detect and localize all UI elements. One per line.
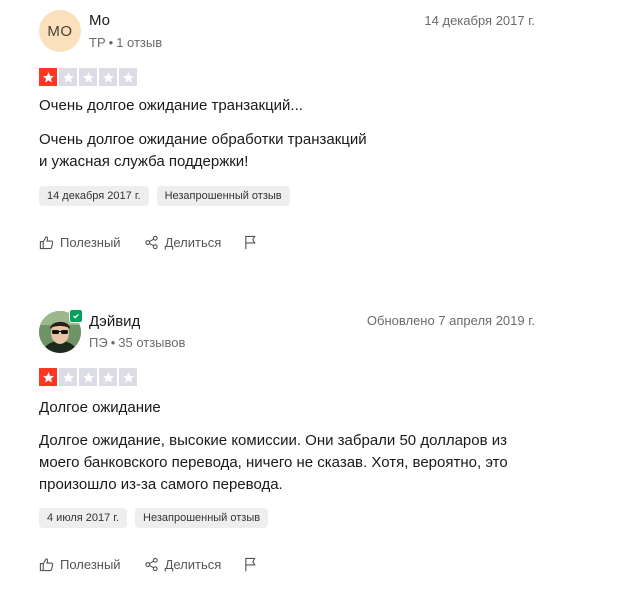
reviewer-meta: TP • 1 отзыв: [89, 35, 163, 50]
useful-button[interactable]: Полезный: [39, 557, 121, 572]
review-title[interactable]: Долгое ожидание: [39, 399, 161, 416]
review-actions: Полезный Делиться: [39, 235, 258, 250]
reviewer-meta: ПЭ • 35 отзывов: [89, 335, 186, 350]
verified-badge-icon: [69, 309, 83, 323]
star-rating: [39, 368, 137, 386]
avatar[interactable]: MO: [39, 10, 81, 52]
review-body: Очень долгое ожидание обработки транзакц…: [39, 129, 559, 173]
star-icon: [99, 368, 117, 386]
reviewer-country: ПЭ: [89, 335, 108, 350]
star-rating: [39, 68, 137, 86]
star-icon: [119, 368, 137, 386]
share-icon: [144, 557, 158, 572]
thumbs-up-icon: [39, 558, 54, 572]
reviewer-review-count: 1 отзыв: [116, 35, 163, 50]
review-actions: Полезный Делиться: [39, 557, 258, 572]
useful-label: Полезный: [60, 557, 121, 572]
review-tags: 14 декабря 2017 г. Незапрошенный отзыв: [39, 186, 290, 206]
reviewer-name[interactable]: Мо: [89, 12, 110, 29]
experience-date-tag: 4 июля 2017 г.: [39, 508, 128, 528]
share-icon: [144, 235, 158, 250]
unprompted-review-tag[interactable]: Незапрошенный отзыв: [135, 508, 269, 528]
review-date: 14 декабря 2017 г.: [424, 13, 535, 28]
review-body-line: произошло из-за самого перевода.: [39, 476, 283, 493]
flag-button[interactable]: [243, 235, 258, 250]
star-icon: [119, 68, 137, 86]
review-body-line: моего банковского перевода, ничего не ск…: [39, 454, 508, 471]
unprompted-review-tag[interactable]: Незапрошенный отзыв: [156, 186, 290, 206]
flag-icon: [245, 235, 256, 250]
review-body-line: Очень долгое ожидание обработки транзакц…: [39, 131, 367, 148]
reviewer-name[interactable]: Дэйвид: [89, 313, 140, 330]
share-label: Делиться: [164, 557, 222, 572]
review-body: Долгое ожидание, высокие комиссии. Они з…: [39, 430, 559, 496]
star-icon: [79, 368, 97, 386]
useful-button[interactable]: Полезный: [39, 235, 121, 250]
experience-date-tag: 14 декабря 2017 г.: [39, 186, 149, 206]
thumbs-up-icon: [39, 236, 54, 250]
avatar[interactable]: [39, 309, 83, 353]
star-icon: [39, 368, 57, 386]
star-icon: [59, 68, 77, 86]
star-icon: [99, 68, 117, 86]
flag-button[interactable]: [243, 557, 258, 572]
review-body-line: и ужасная служба поддержки!: [39, 153, 249, 170]
share-button[interactable]: Делиться: [144, 557, 222, 572]
reviewer-country: TP: [89, 35, 106, 50]
review-tags: 4 июля 2017 г. Незапрошенный отзыв: [39, 508, 269, 528]
avatar-initials: MO: [47, 22, 73, 40]
star-icon: [59, 368, 77, 386]
review-body-line: Долгое ожидание, высокие комиссии. Они з…: [39, 432, 508, 449]
star-icon: [79, 68, 97, 86]
review-date: Обновлено 7 апреля 2019 г.: [366, 313, 535, 328]
reviewer-review-count: 35 отзывов: [118, 335, 186, 350]
star-icon: [39, 68, 57, 86]
share-button[interactable]: Делиться: [144, 235, 222, 250]
review-title[interactable]: Очень долгое ожидание транзакций...: [39, 97, 303, 114]
flag-icon: [245, 557, 256, 572]
share-label: Делиться: [164, 235, 222, 250]
useful-label: Полезный: [60, 235, 121, 250]
